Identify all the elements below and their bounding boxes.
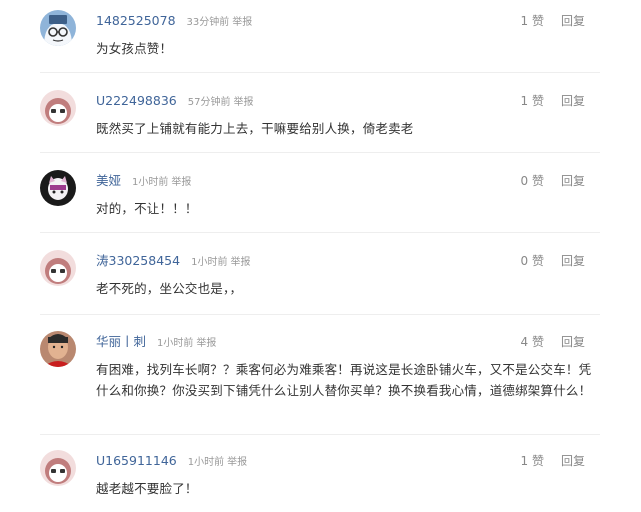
comment-list: 1482525078 33分钟前 举报 1 赞 回复 为女孩点赞！ U22249… <box>0 0 641 512</box>
avatar[interactable] <box>40 90 76 126</box>
report-link[interactable]: 举报 <box>171 177 191 188</box>
username-link[interactable]: U165911146 <box>96 453 177 468</box>
like-count-button[interactable]: 0 赞 <box>500 252 544 270</box>
timestamp: 1小时前 <box>157 338 194 349</box>
divider <box>40 434 600 435</box>
comment-meta: U222498836 57分钟前 举报 <box>96 92 253 110</box>
reply-button[interactable]: 回复 <box>561 452 585 470</box>
comment-text: 既然买了上铺就有能力上去，干嘛要给别人换，倚老卖老 <box>96 121 414 136</box>
comment-meta: 美娅 1小时前 举报 <box>96 172 191 190</box>
comment-text: 越老越不要脸了！ <box>96 481 198 496</box>
default-user-avatar-icon <box>40 90 76 126</box>
avatar[interactable] <box>40 450 76 486</box>
report-link[interactable]: 举报 <box>196 338 216 349</box>
comment-text: 为女孩点赞！ <box>96 41 173 56</box>
default-user-avatar-icon <box>40 250 76 286</box>
like-count-button[interactable]: 1 赞 <box>500 452 544 470</box>
comment-text: 有困难，找列车长啊？？乘客何必为难乘客！再说这是长途卧铺火车，又不是公交车！凭什… <box>96 362 592 398</box>
divider <box>40 72 600 73</box>
timestamp: 1小时前 <box>187 457 225 468</box>
like-count-button[interactable]: 4 赞 <box>500 333 544 351</box>
cartoon-avatar-icon <box>40 170 76 206</box>
timestamp: 33分钟前 <box>186 17 230 28</box>
like-count-button[interactable]: 0 赞 <box>500 172 544 190</box>
timestamp: 57分钟前 <box>187 97 231 108</box>
comment-meta: 涛330258454 1小时前 举报 <box>96 252 250 270</box>
username-link[interactable]: 1482525078 <box>96 13 176 28</box>
robot-avatar-icon <box>40 10 76 46</box>
comment-meta: 1482525078 33分钟前 举报 <box>96 12 252 30</box>
avatar[interactable] <box>40 170 76 206</box>
comment-meta: U165911146 1小时前 举报 <box>96 452 247 470</box>
reply-button[interactable]: 回复 <box>561 333 585 351</box>
timestamp: 1小时前 <box>191 257 228 268</box>
username-link[interactable]: 美娅 <box>96 173 121 188</box>
avatar[interactable] <box>40 331 76 367</box>
comment-text: 对的，不让！！！ <box>96 201 198 216</box>
comment-text: 老不死的，坐公交也是，， <box>96 281 243 296</box>
divider <box>40 314 600 315</box>
like-count-button[interactable]: 1 赞 <box>500 12 544 30</box>
divider <box>40 152 600 153</box>
avatar[interactable] <box>40 10 76 46</box>
photo-avatar-icon <box>40 331 76 367</box>
comment-meta: 华丽丨刺 1小时前 举报 <box>96 333 216 351</box>
reply-button[interactable]: 回复 <box>561 172 585 190</box>
default-user-avatar-icon <box>40 450 76 486</box>
report-link[interactable]: 举报 <box>233 97 253 108</box>
like-count-button[interactable]: 1 赞 <box>500 92 544 110</box>
report-link[interactable]: 举报 <box>232 17 252 28</box>
username-link[interactable]: 涛330258454 <box>96 253 180 268</box>
username-link[interactable]: 华丽丨刺 <box>96 334 146 349</box>
reply-button[interactable]: 回复 <box>561 252 585 270</box>
report-link[interactable]: 举报 <box>227 457 247 468</box>
reply-button[interactable]: 回复 <box>561 92 585 110</box>
reply-button[interactable]: 回复 <box>561 12 585 30</box>
avatar[interactable] <box>40 250 76 286</box>
divider <box>40 232 600 233</box>
timestamp: 1小时前 <box>132 177 169 188</box>
report-link[interactable]: 举报 <box>230 257 250 268</box>
username-link[interactable]: U222498836 <box>96 93 177 108</box>
